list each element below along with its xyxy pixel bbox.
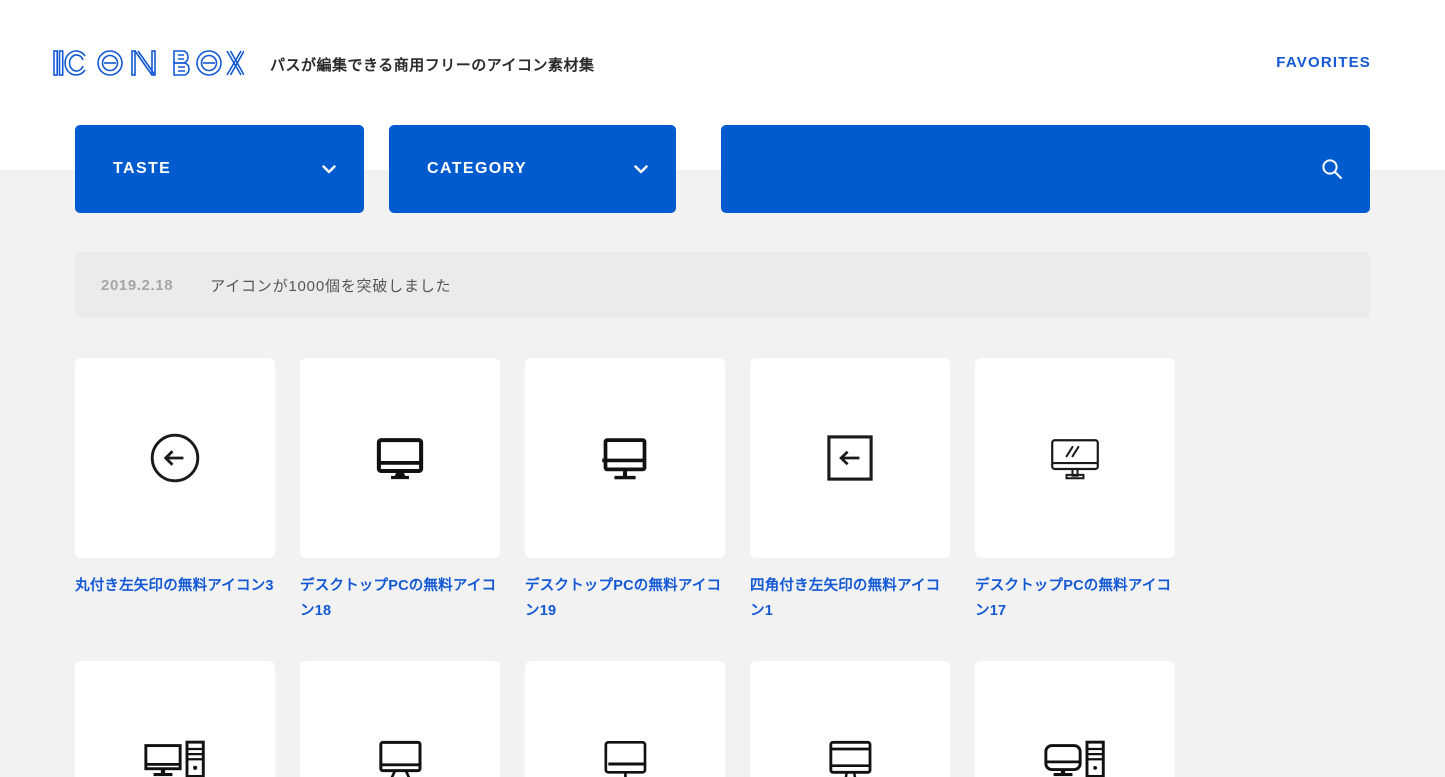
desktop-monitor-bands-icon — [820, 738, 880, 777]
icon-card[interactable]: 丸付き左矢印の無料アイコン3 — [75, 358, 275, 624]
icon-card[interactable]: デスクトップPCの無料アイコン19 — [525, 358, 725, 624]
icon-thumbnail[interactable] — [750, 661, 950, 777]
site-header: パスが編集できる商用フリーのアイコン素材集 FAVORITES — [0, 0, 1445, 128]
square-left-arrow-icon — [825, 433, 875, 483]
desktop-pc-tower-rounded-icon — [1044, 737, 1106, 777]
icon-card[interactable] — [525, 661, 725, 777]
desktop-monitor-stand-icon — [595, 738, 655, 777]
search-icon — [1320, 157, 1344, 181]
icon-card-label[interactable]: デスクトップPCの無料アイコン18 — [300, 574, 500, 624]
desktop-monitor-legs-icon — [370, 738, 430, 777]
news-date: 2019.2.18 — [101, 276, 174, 294]
icon-box-logo-icon — [53, 50, 244, 76]
icon-card[interactable] — [75, 661, 275, 777]
icon-thumbnail[interactable] — [300, 661, 500, 777]
desktop-monitor-shine-icon — [1048, 431, 1102, 485]
search-input[interactable] — [745, 125, 1305, 213]
icon-card[interactable] — [750, 661, 950, 777]
icon-card-label[interactable]: デスクトップPCの無料アイコン17 — [975, 574, 1175, 624]
desktop-monitor-solid-icon — [374, 432, 426, 484]
icon-grid-row: 丸付き左矢印の無料アイコン3 デスクトップPCの無料アイコン18 デスクトップP… — [75, 358, 1375, 624]
icon-thumbnail[interactable] — [750, 358, 950, 558]
icon-grid-row — [75, 661, 1375, 777]
icon-card-label[interactable]: 四角付き左矢印の無料アイコン1 — [750, 574, 950, 624]
icon-thumbnail[interactable] — [75, 358, 275, 558]
favorites-link[interactable]: FAVORITES — [1276, 54, 1371, 71]
icon-thumbnail[interactable] — [75, 661, 275, 777]
icon-thumbnail[interactable] — [975, 661, 1175, 777]
icon-thumbnail[interactable] — [300, 358, 500, 558]
icon-card-label[interactable]: 丸付き左矢印の無料アイコン3 — [75, 574, 275, 599]
news-title: アイコンが1000個を突破しました — [210, 277, 452, 295]
circle-left-arrow-icon — [148, 431, 202, 485]
icon-thumbnail[interactable] — [975, 358, 1175, 558]
chevron-down-icon — [320, 160, 338, 178]
icon-card[interactable] — [300, 661, 500, 777]
icon-grid: 丸付き左矢印の無料アイコン3 デスクトップPCの無料アイコン18 デスクトップP… — [75, 358, 1375, 777]
category-dropdown[interactable]: CATEGORY — [389, 125, 676, 213]
icon-card-label[interactable]: デスクトップPCの無料アイコン19 — [525, 574, 725, 624]
desktop-monitor-bar-icon — [599, 432, 651, 484]
taste-dropdown-label: TASTE — [113, 160, 172, 177]
icon-card[interactable]: 四角付き左矢印の無料アイコン1 — [750, 358, 950, 624]
icon-card[interactable]: デスクトップPCの無料アイコン17 — [975, 358, 1175, 624]
site-logo[interactable] — [52, 46, 244, 82]
icon-thumbnail[interactable] — [525, 661, 725, 777]
site-tagline: パスが編集できる商用フリーのアイコン素材集 — [270, 57, 595, 74]
filter-bar: TASTE CATEGORY — [0, 125, 1445, 213]
desktop-pc-tower-icon — [144, 737, 206, 777]
icon-card[interactable]: デスクトップPCの無料アイコン18 — [300, 358, 500, 624]
icon-thumbnail[interactable] — [525, 358, 725, 558]
icon-card[interactable] — [975, 661, 1175, 777]
search-button[interactable] — [1320, 157, 1344, 181]
taste-dropdown[interactable]: TASTE — [75, 125, 364, 213]
chevron-down-icon — [632, 160, 650, 178]
category-dropdown-label: CATEGORY — [427, 160, 528, 177]
search-box — [721, 125, 1370, 213]
news-banner[interactable]: 2019.2.18 アイコンが1000個を突破しました — [75, 252, 1370, 318]
